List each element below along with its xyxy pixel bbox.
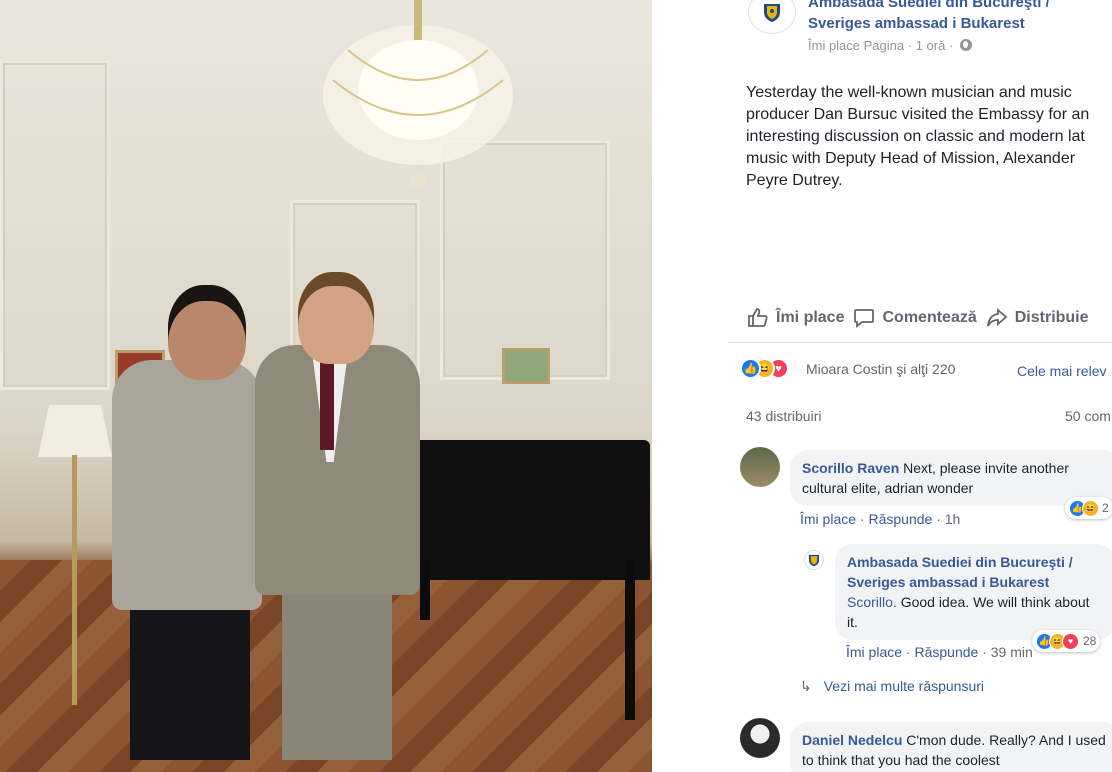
page-name-link[interactable]: Ambasada Suediei din Bucureşti / Sverige… — [808, 0, 1108, 34]
avatar[interactable] — [740, 447, 780, 487]
reply-reactions[interactable]: 👍 😆 ♥ 28 — [1032, 630, 1101, 652]
comment-count[interactable]: 50 com — [1065, 408, 1111, 424]
post-panel: Ambasada Suediei din Bucureşti / Sverige… — [652, 0, 1112, 772]
floor-lamp-shade — [38, 405, 112, 457]
piano-leg — [420, 560, 430, 620]
reply-like-link[interactable]: Îmi place — [846, 644, 902, 660]
reaction-names[interactable]: Mioara Costin şi alţi 220 — [806, 361, 955, 377]
comment-author[interactable]: Daniel Nedelcu — [802, 732, 902, 748]
post-meta: Îmi place Pagina · 1 oră · — [808, 38, 972, 53]
person-left-jacket — [112, 360, 262, 610]
grand-piano — [410, 440, 650, 580]
reply-mention[interactable]: Scorillo. — [847, 594, 897, 610]
thumbs-up-icon — [748, 308, 768, 327]
comment-button-label: Comentează — [882, 309, 977, 326]
love-reaction-icon: ♥ — [1062, 632, 1079, 650]
share-arrow-icon — [986, 308, 1008, 327]
painting-right — [502, 348, 550, 384]
globe-icon[interactable] — [959, 39, 972, 51]
section-divider — [728, 342, 1112, 343]
comment-author[interactable]: Scorillo Raven — [802, 460, 899, 476]
reply-bubble: Ambasada Suediei din Bucureşti / Sverige… — [835, 544, 1112, 640]
piano-leg — [625, 560, 635, 720]
person-left-legs — [130, 600, 250, 760]
meta-separator: · — [945, 38, 957, 53]
comment-like-link[interactable]: Îmi place — [800, 511, 856, 527]
person-right-head — [298, 272, 374, 364]
like-page-link[interactable]: Îmi place Pagina — [808, 38, 904, 53]
chandelier — [323, 0, 513, 188]
comment-reactions[interactable]: 👍 😆 2 — [1065, 497, 1112, 519]
reply-arrow-icon: ↳ — [800, 678, 812, 694]
embassy-crest-icon — [764, 4, 780, 22]
person-right-tie — [320, 360, 334, 450]
comment-time[interactable]: 1h — [945, 511, 961, 527]
reactions-summary[interactable]: 👍 😆 ♥ Mioara Costin şi alţi 220 Cele mai… — [740, 358, 1112, 382]
floor-lamp-pole — [72, 455, 77, 705]
person-right-legs — [282, 590, 392, 760]
like-reaction-icon: 👍 — [740, 358, 761, 379]
post-photo[interactable] — [0, 0, 652, 772]
comment-bubble: Scorillo Raven Next, please invite anoth… — [790, 450, 1112, 506]
post-timestamp[interactable]: 1 oră — [916, 38, 946, 53]
post-text: Yesterday the well-known musician and mu… — [746, 84, 1090, 189]
reply-time[interactable]: 39 min — [991, 644, 1033, 660]
view-more-replies-label: Vezi mai multe răspunsuri — [823, 678, 985, 694]
post-action-bar: Îmi place Comentează Distribuie — [746, 300, 1112, 336]
reply-reaction-count: 28 — [1083, 634, 1097, 648]
reply-actions: Îmi place · Răspunde · 39 min — [846, 644, 1033, 660]
embassy-crest-icon — [808, 554, 820, 567]
wall-panel-left — [0, 60, 110, 390]
avatar[interactable] — [804, 550, 824, 570]
share-count[interactable]: 43 distribuiri — [746, 408, 821, 424]
page-avatar[interactable] — [748, 0, 796, 34]
person-left-head — [168, 285, 246, 380]
reply-reply-link[interactable]: Răspunde — [914, 644, 978, 660]
comment-reaction-count: 2 — [1102, 501, 1109, 515]
meta-separator: · — [904, 38, 916, 53]
comment-reply-link[interactable]: Răspunde — [868, 511, 932, 527]
comment-bubble: Daniel Nedelcu C'mon dude. Really? And I… — [790, 722, 1112, 772]
comment-sort-dropdown[interactable]: Cele mai relev — [1017, 363, 1106, 379]
like-button-label: Îmi place — [776, 309, 845, 326]
comment-bubble-icon — [854, 309, 875, 328]
share-button[interactable]: Distribuie — [985, 306, 1089, 330]
reply-author[interactable]: Ambasada Suediei din Bucureşti / Sverige… — [847, 554, 1073, 590]
view-more-replies-link[interactable]: ↳ Vezi mai multe răspunsuri — [800, 678, 984, 695]
avatar[interactable] — [740, 718, 780, 758]
like-button[interactable]: Îmi place — [746, 306, 844, 330]
haha-reaction-icon: 😆 — [1082, 499, 1099, 517]
share-button-label: Distribuie — [1014, 309, 1089, 326]
comment-actions: Îmi place · Răspunde · 1h — [800, 511, 961, 527]
comment-button[interactable]: Comentează — [852, 306, 977, 330]
